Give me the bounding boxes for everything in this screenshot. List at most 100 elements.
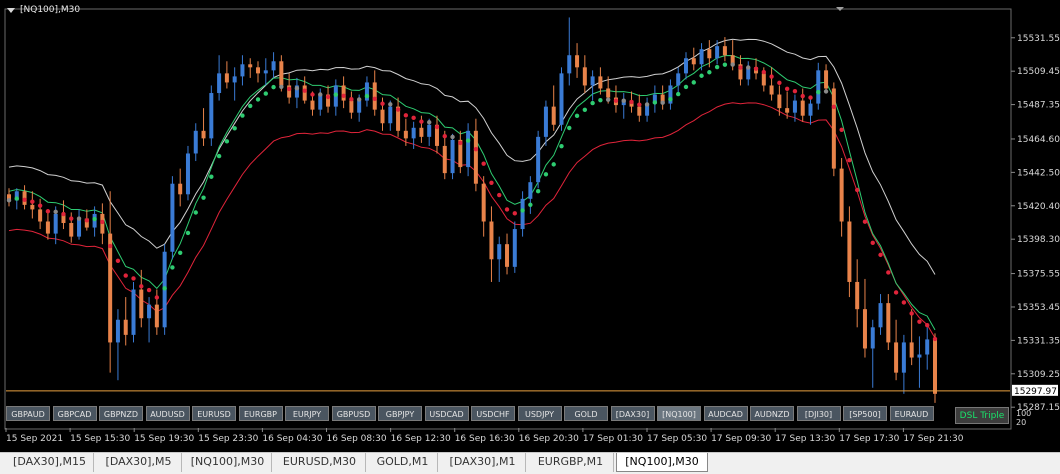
dsl-dot [162,286,167,291]
time-label: 15 Sep 19:30 [134,434,194,444]
bid-price-tag: 15297.97 [1014,387,1057,397]
dsl-dot [458,140,463,146]
dsl-dot [847,158,852,163]
candle-body [839,168,844,222]
candle-body [862,309,867,349]
candle-body [139,289,144,319]
dsl-dot [107,243,113,249]
chart-tab[interactable]: EURUSD,M30 [274,453,366,472]
band-lines [8,38,936,339]
dsl-dot [792,88,798,94]
symbol-button[interactable]: [SP500] [843,406,887,421]
candle-body [878,303,883,328]
dsl-dot [61,211,66,217]
symbol-button[interactable]: EURUSD [192,406,236,421]
chart-tab[interactable]: [NQ100],M30 [184,453,272,472]
dsl-dot [917,319,922,324]
indicator-scale: 100 20 [1016,409,1031,427]
time-label: 17 Sep 13:30 [775,434,835,444]
symbol-button[interactable]: [DAX30] [610,406,655,421]
candle-body [847,221,852,282]
symbol-button[interactable]: USDJPY [517,406,562,421]
candle-body [123,319,128,335]
dsl-dot [489,180,494,185]
price-chart[interactable]: 15531.55 15509.45 15487.35 15464.60 15442.50… [0,0,1060,452]
price-label: 15309.25 [1017,370,1060,380]
chart-tab[interactable]: [DAX30],M15 [6,453,94,472]
dsl-dot [528,202,533,207]
dsl-dot [450,134,455,140]
time-label: 17 Sep 09:30 [711,434,771,444]
candle-body [824,70,829,89]
dsl-dot [504,207,510,212]
dsl-dot [434,124,440,130]
candle-body [512,229,517,267]
chart-window[interactable]: 15531.55 15509.45 15487.35 15464.60 15442.50… [0,0,1060,452]
dsl-dot [411,115,416,121]
chart-tab[interactable]: GOLD,M1 [368,453,438,472]
candle-body [108,233,113,343]
dsl-dot [224,139,230,144]
dsl-dot [372,96,377,101]
chart-tab[interactable]: [DAX30],M5 [96,453,182,472]
dsl-dot [465,138,471,143]
candle-body [232,76,237,83]
candle-body [349,100,354,113]
candle-body [536,136,541,183]
symbol-button[interactable]: AUDUSD [145,406,190,421]
candle-body [318,94,323,110]
symbol-button[interactable]: AUDCAD [703,406,748,421]
dsl-dot [668,97,673,102]
dsl-triple-badge: DSL Triple [955,407,1009,424]
candle-body [53,213,58,234]
time-label: 15 Sep 23:30 [198,434,258,444]
symbol-button[interactable]: GBPCAD [52,406,97,421]
candle-body [761,73,766,86]
symbol-button[interactable]: GBPJPY [378,406,422,421]
candle-body [785,108,790,113]
symbol-button[interactable]: GOLD [564,406,608,421]
symbol-button[interactable]: GBPNZD [99,406,143,421]
candle-body [77,218,82,237]
dsl-dot [84,218,90,223]
price-label: 15420.40 [1017,202,1060,212]
candle-body [263,70,268,74]
symbol-button[interactable]: GBPAUD [6,406,50,421]
chart-menu-icon[interactable] [7,8,15,13]
dsl-dot [699,73,704,78]
candle-body [341,85,346,101]
dsl-dot [893,290,899,295]
time-label: 16 Sep 20:30 [519,434,579,444]
dsl-dot [146,287,152,293]
dsl-dot [45,209,51,214]
chart-tab[interactable]: [NQ100],M30 [616,453,708,472]
dsl-dot [349,96,354,102]
candle-body [543,106,548,137]
symbol-button[interactable]: [NQ100] [657,406,701,421]
chart-tab[interactable]: [DAX30],M1 [440,453,526,472]
candle-body [427,124,432,137]
dsl-dot [325,94,331,100]
chart-tab[interactable]: EURGBP,M1 [528,453,614,472]
symbol-button[interactable]: EURJPY [285,406,329,421]
dsl-dot [660,100,665,105]
candle-body [792,100,797,113]
candle-body [380,109,385,124]
dsl-dot [629,99,634,105]
symbol-button[interactable]: USDCHF [471,406,515,421]
candle-body [248,64,253,68]
dsl-dot [722,62,728,67]
candle-body [683,58,688,74]
dsl-dot [356,97,362,102]
symbol-button[interactable]: AUDNZD [750,406,794,421]
candle-body [131,289,136,335]
price-label: 15487.35 [1017,101,1060,111]
symbol-button[interactable]: GBPUSD [331,406,376,421]
dsl-dot [170,265,175,270]
dsl-dot [761,69,767,75]
symbol-button[interactable]: [DJI30] [796,406,841,421]
symbol-button[interactable]: EURGBP [238,406,283,421]
symbol-button[interactable]: USDCAD [424,406,469,421]
symbol-button[interactable]: EURAUD [889,406,934,421]
candle-body [310,100,315,110]
